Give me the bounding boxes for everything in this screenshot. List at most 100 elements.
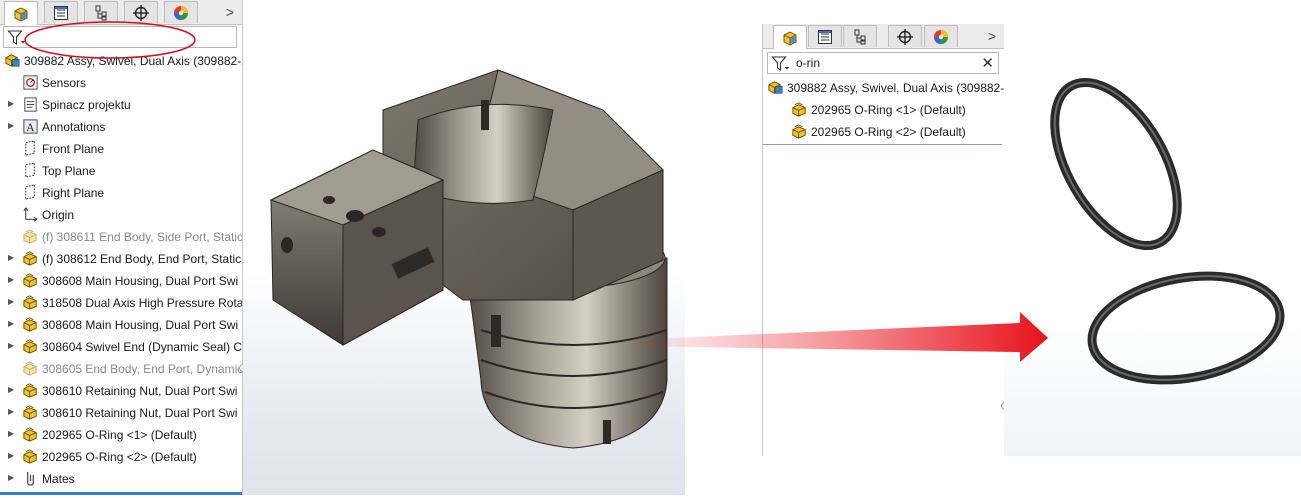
filter-icon[interactable] [771,55,791,73]
display-manager-tab[interactable] [924,25,958,47]
tree-item[interactable]: ▶ Mates [0,468,242,490]
expand-arrow-icon[interactable]: ▶ [8,252,16,264]
featuremanager-panel-left: > 309882 Assy, Swivel, Dual Axis (309882… [0,0,247,495]
assembly-icon [767,79,784,96]
tree-item[interactable]: ▶ 308610 Retaining Nut, Dual Port Swi [0,402,242,424]
property-manager-icon [818,29,832,44]
part-icon [791,101,808,118]
tree-item-label: 308604 Swivel End (Dynamic Seal) Ca [42,340,242,354]
tree-item[interactable]: ▶ 318508 Dual Axis High Pressure Rota [0,292,242,314]
tree-item[interactable]: 309882 Assy, Swivel, Dual Axis (309882-2 [0,50,242,72]
part-icon [22,360,39,377]
tree-item-label: Front Plane [42,142,105,156]
tabs-more-arrow[interactable]: > [222,3,238,21]
featuremanager-tree-icon [14,6,28,22]
part-icon [22,338,39,355]
tree-item-label: 309882 Assy, Swivel, Dual Axis (309882-2 [787,81,1004,95]
propertymanager-tab[interactable] [808,25,842,47]
display-manager-tab[interactable] [164,1,198,23]
configuration-manager-icon [854,29,866,44]
expand-arrow-icon[interactable]: ▶ [8,120,16,132]
graphics-area-orings[interactable] [1004,24,1301,456]
tree-item[interactable]: Top Plane [0,160,242,182]
tree-item[interactable]: ▶ 308610 Retaining Nut, Dual Port Swi [0,380,242,402]
property-manager-icon [54,5,68,20]
annotations-icon: A [22,118,39,135]
dimxpert-tab[interactable] [888,25,922,47]
sensors-icon [22,74,39,91]
expand-arrow-icon[interactable]: ▶ [8,296,16,308]
manager-tab-bar-right: > [763,24,1004,49]
tree-item[interactable]: Right Plane [0,182,242,204]
expand-arrow-icon[interactable]: ▶ [8,340,16,352]
expand-arrow-icon[interactable]: ▶ [8,318,16,330]
tree-filter-input[interactable] [3,26,237,48]
tree-item[interactable]: ▶ Spinacz projektu [0,94,242,116]
tree-end-divider [763,144,1002,145]
svg-text:A: A [26,122,35,134]
tree-item[interactable]: Origin [0,204,242,226]
part-icon [22,294,39,311]
plane-icon [22,140,39,157]
tree-item-label: (f) 308611 End Body, Side Port, Static [42,230,242,244]
tree-item-label: 308605 End Body, End Port, Dynamic [42,362,242,376]
filter-text[interactable]: o-rin [796,56,820,70]
tree-item-label: Right Plane [42,186,105,200]
tree-item[interactable]: 308605 End Body, End Port, Dynamic [0,358,242,380]
tree-item-label: 202965 O-Ring <2> (Default) [811,125,966,139]
assembly-icon [4,52,21,69]
part-icon [22,316,39,333]
expand-arrow-icon[interactable]: ▶ [8,428,16,440]
tree-item[interactable]: 309882 Assy, Swivel, Dual Axis (309882-2 [763,77,1004,99]
part-icon [22,228,39,245]
part-icon [22,272,39,289]
expand-arrow-icon[interactable]: ▶ [8,274,16,286]
tree-item[interactable]: ▶ 202965 O-Ring <2> (Default) [0,446,242,468]
featuremanager-tab[interactable] [773,25,807,49]
tree-item-label: 308610 Retaining Nut, Dual Port Swi [42,384,238,398]
plane-icon [22,184,39,201]
propertymanager-tab[interactable] [44,1,78,23]
tree-item-label: Top Plane [42,164,96,178]
tree-item-label: Origin [42,208,75,222]
expand-arrow-icon[interactable]: ▶ [8,384,16,396]
tree-item[interactable]: ▶ 202965 O-Ring <1> (Default) [0,424,242,446]
tree-item[interactable]: ▶ 308608 Main Housing, Dual Port Swi [0,270,242,292]
filter-icon[interactable] [7,29,27,47]
tree-item-label: 309882 Assy, Swivel, Dual Axis (309882-2 [24,54,242,68]
part-icon [22,404,39,421]
tree-item[interactable]: 202965 O-Ring <1> (Default) [763,99,1004,121]
display-manager-icon [174,5,188,20]
tree-item[interactable]: Front Plane [0,138,242,160]
expand-arrow-icon[interactable]: ▶ [8,98,16,110]
dimxpert-tab[interactable] [124,1,158,23]
tabs-more-arrow[interactable]: > [984,27,1000,45]
tree-item[interactable]: ▶ 308608 Main Housing, Dual Port Swi [0,314,242,336]
part-icon [22,426,39,443]
clear-filter-icon[interactable]: ✕ [981,54,994,72]
manager-tab-bar: > [0,0,242,25]
tree-item-label: 202965 O-Ring <1> (Default) [42,428,197,442]
expand-arrow-icon[interactable]: ▶ [8,406,16,418]
tree-item[interactable]: Sensors [0,72,242,94]
tree-item[interactable]: 202965 O-Ring <2> (Default) [763,121,1004,143]
configurationmanager-tab[interactable] [84,1,118,23]
tree-item[interactable]: ▶ (f) 308612 End Body, End Port, Static [0,248,242,270]
expand-arrow-icon[interactable]: ▶ [8,450,16,462]
part-icon [791,123,808,140]
configurationmanager-tab[interactable] [843,25,877,47]
tree-item-label: 308610 Retaining Nut, Dual Port Swi [42,406,238,420]
swivel-assembly-model [269,69,668,449]
oring-models [1050,77,1285,385]
tree-item[interactable]: ▶ 308604 Swivel End (Dynamic Seal) Ca [0,336,242,358]
tree-item[interactable]: (f) 308611 End Body, Side Port, Static [0,226,242,248]
tree-item[interactable]: ▶ A Annotations [0,116,242,138]
tree-item-label: 308608 Main Housing, Dual Port Swi [42,318,239,332]
featuremanager-tab[interactable] [4,1,38,25]
featuremanager-tree-icon [783,30,797,46]
tree-filter-input[interactable]: o-rin ✕ [767,52,999,74]
expand-arrow-icon[interactable]: ▶ [8,472,16,484]
plane-icon [22,162,39,179]
tree-item-label: 308608 Main Housing, Dual Port Swi [42,274,239,288]
graphics-area-swivel-assembly[interactable] [243,0,685,495]
